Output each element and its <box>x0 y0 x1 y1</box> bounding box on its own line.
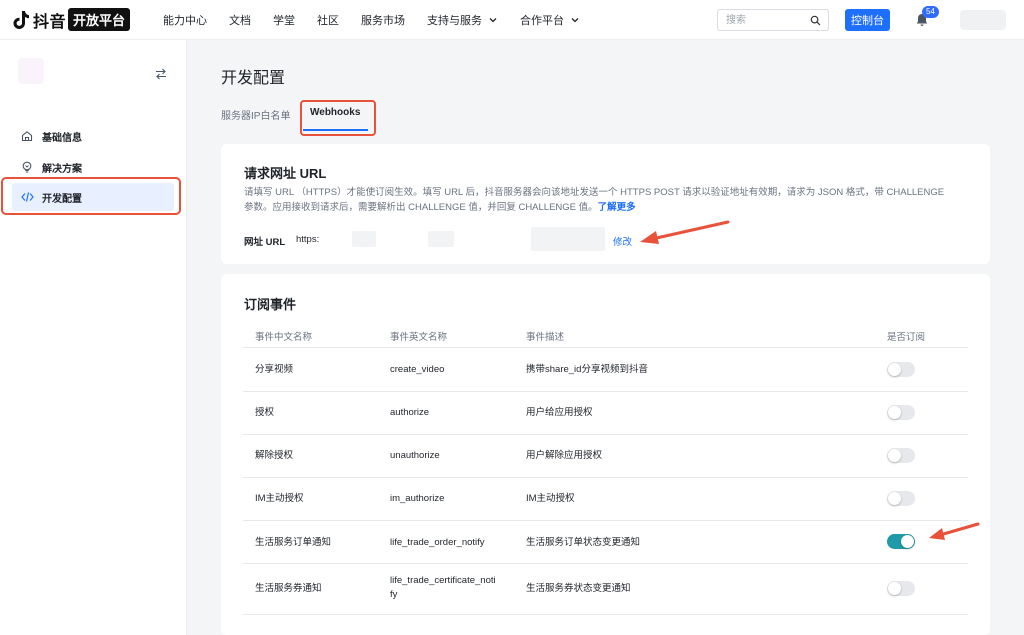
learn-more-link[interactable]: 了解更多 <box>598 202 636 213</box>
lightbulb-icon <box>20 160 34 174</box>
top-navbar: 抖音 开放平台 能力中心 文档 学堂 社区 服务市场 支持与服务 合作平台 控制… <box>0 0 1024 40</box>
event-en-name-line: fy <box>390 589 398 600</box>
nav-label: 文档 <box>229 14 252 27</box>
column-header-desc: 事件描述 <box>526 332 565 343</box>
page-title: 开发配置 <box>221 70 286 87</box>
nav-item-academy[interactable]: 学堂 <box>273 12 295 28</box>
column-header-en: 事件英文名称 <box>390 332 448 343</box>
toggle-knob <box>888 363 901 376</box>
sidebar-item-label: 基础信息 <box>42 132 82 144</box>
annotation-arrow-icon <box>640 220 730 244</box>
event-cn-name: 生活服务券通知 <box>255 583 322 594</box>
event-desc: 用户给应用授权 <box>526 407 593 418</box>
brand-name: 抖音 <box>33 13 67 31</box>
toggle-knob <box>888 492 901 505</box>
nav-item-capability[interactable]: 能力中心 <box>163 12 207 28</box>
event-en-name: unauthorize <box>390 450 440 461</box>
event-desc: IM主动授权 <box>526 493 575 504</box>
event-cn-name: IM主动授权 <box>255 493 304 504</box>
notification-badge: 54 <box>922 6 939 18</box>
nav-label: 学堂 <box>273 14 296 27</box>
event-en-name: life_trade_order_notify <box>390 537 485 548</box>
annotation-arrow-icon <box>929 522 980 540</box>
app-avatar <box>18 58 44 84</box>
console-button[interactable]: 控制台 <box>845 9 890 31</box>
subscribe-events-card: 订阅事件 事件中文名称 事件英文名称 事件描述 是否订阅 分享视频 create… <box>221 274 990 635</box>
tiktok-icon <box>13 10 29 29</box>
sidebar: 基础信息 解决方案 开发配置 <box>0 40 187 635</box>
table-row: IM主动授权 im_authorize IM主动授权 <box>243 477 968 520</box>
event-cn-name: 解除授权 <box>255 450 294 461</box>
event-en-name: create_video <box>390 364 445 375</box>
subscribe-toggle[interactable] <box>887 491 915 506</box>
toggle-knob <box>888 582 901 595</box>
nav-label: 能力中心 <box>163 14 208 27</box>
subscribe-toggle[interactable] <box>887 448 915 463</box>
sidebar-item-label: 解决方案 <box>42 163 82 175</box>
table-row: 分享视频 create_video 携带share_id分享视频到抖音 <box>243 348 968 391</box>
nav-item-support[interactable]: 支持与服务 <box>427 12 498 28</box>
event-cn-name: 分享视频 <box>255 364 294 375</box>
table-row: 解除授权 unauthorize 用户解除应用授权 <box>243 434 968 477</box>
nav-label: 社区 <box>317 14 340 27</box>
nav-label: 合作平台 <box>520 14 565 27</box>
nav-item-community[interactable]: 社区 <box>317 12 339 28</box>
subscribe-toggle[interactable] <box>887 405 915 420</box>
home-icon <box>20 129 34 143</box>
redacted-block <box>352 231 376 247</box>
search-input[interactable] <box>726 11 812 29</box>
event-cn-name: 生活服务订单通知 <box>255 537 332 548</box>
sidebar-item-basic-info[interactable]: 基础信息 <box>12 122 174 150</box>
url-description: 请填写 URL （HTTPS）才能使订阅生效。填写 URL 后，抖音服务器会向该… <box>244 185 969 215</box>
event-cn-name: 授权 <box>255 407 275 418</box>
redacted-block <box>428 231 454 247</box>
request-url-card: 请求网址 URL 请填写 URL （HTTPS）才能使订阅生效。填写 URL 后… <box>221 144 990 264</box>
table-row: 授权 authorize 用户给应用授权 <box>243 391 968 434</box>
event-en-name-line: life_trade_certificate_noti <box>390 575 496 586</box>
event-en-name: im_authorize <box>390 493 445 504</box>
event-desc: 生活服务券状态变更通知 <box>526 583 631 594</box>
table-row: 生活服务订单通知 life_trade_order_notify 生活服务订单状… <box>243 520 968 563</box>
event-desc: 携带share_id分享视频到抖音 <box>526 364 648 375</box>
annotation-highlight-box <box>1 177 181 215</box>
tab-ip-whitelist[interactable]: 服务器IP白名单 <box>221 107 290 122</box>
avatar[interactable] <box>960 10 1006 30</box>
event-en-name: life_trade_certificate_noti fy <box>390 574 496 602</box>
url-value: https: <box>296 234 320 245</box>
card-title: 请求网址 URL <box>244 166 327 181</box>
brand-badge: 开放平台 <box>68 8 131 31</box>
column-header-cn: 事件中文名称 <box>255 332 313 343</box>
swap-icon[interactable] <box>155 68 167 80</box>
description-text: 请填写 URL （HTTPS）才能使订阅生效。填写 URL 后，抖音服务器会向该… <box>244 187 945 198</box>
nav-label: 支持与服务 <box>427 14 483 27</box>
subscribe-toggle[interactable] <box>887 534 915 549</box>
toggle-knob <box>888 449 901 462</box>
subscribe-toggle[interactable] <box>887 581 915 596</box>
nav-item-service-market[interactable]: 服务市场 <box>361 12 405 28</box>
chevron-down-icon <box>489 17 497 22</box>
redacted-block <box>531 227 605 251</box>
nav-item-partner[interactable]: 合作平台 <box>520 12 580 28</box>
toggle-knob <box>901 535 914 548</box>
nav-label: 服务市场 <box>361 14 406 27</box>
event-desc: 生活服务订单状态变更通知 <box>526 537 641 548</box>
toggle-knob <box>888 406 901 419</box>
description-text: 参数。应用接收到请求后，需要解析出 CHALLENGE 值，并回复 CHALLE… <box>244 202 598 213</box>
nav-menu: 能力中心 文档 学堂 社区 服务市场 支持与服务 合作平台 <box>163 0 602 40</box>
subscribe-toggle[interactable] <box>887 362 915 377</box>
search-box <box>717 9 829 31</box>
table-row: 生活服务券通知 life_trade_certificate_noti fy 生… <box>243 563 968 606</box>
brand-logo[interactable]: 抖音 开放平台 <box>12 0 131 40</box>
search-icon[interactable] <box>810 15 821 26</box>
url-label: 网址 URL <box>244 237 286 248</box>
column-header-subscribed: 是否订阅 <box>887 332 926 343</box>
table-divider <box>243 614 968 615</box>
annotation-highlight-box <box>300 100 376 136</box>
nav-item-docs[interactable]: 文档 <box>229 12 251 28</box>
card-title: 订阅事件 <box>244 297 297 312</box>
event-en-name: authorize <box>390 407 430 418</box>
modify-url-link[interactable]: 修改 <box>613 234 632 248</box>
event-desc: 用户解除应用授权 <box>526 450 603 461</box>
chevron-down-icon <box>571 17 579 22</box>
